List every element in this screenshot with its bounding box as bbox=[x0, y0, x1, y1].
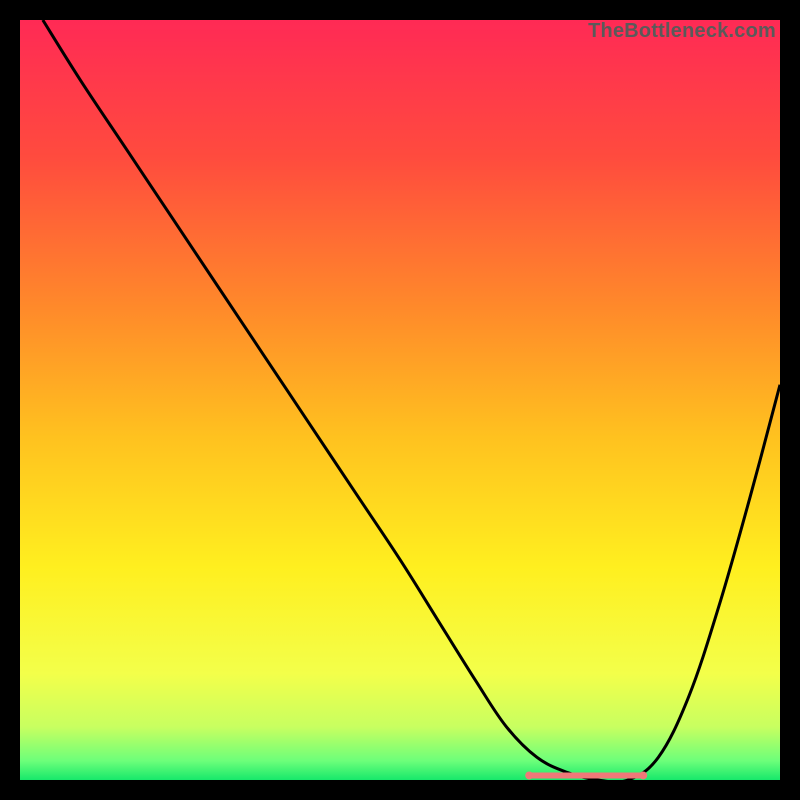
chart-canvas bbox=[20, 20, 780, 780]
gradient-background bbox=[20, 20, 780, 780]
optimal-range-marker bbox=[525, 771, 647, 779]
chart-frame: TheBottleneck.com bbox=[20, 20, 780, 780]
watermark-text: TheBottleneck.com bbox=[588, 20, 776, 43]
